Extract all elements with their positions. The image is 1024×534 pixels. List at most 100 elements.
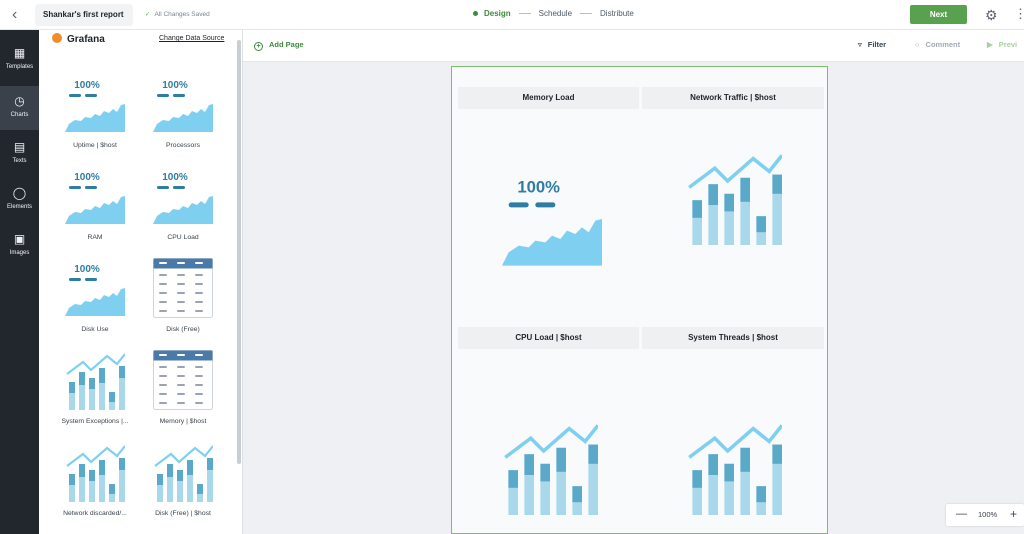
card-chart-area[interactable]: 100% <box>458 109 639 295</box>
rail-item-images[interactable]: ▣ Images <box>0 224 39 268</box>
workflow-steps: Design Schedule Distribute <box>473 9 634 18</box>
step-design[interactable]: Design <box>473 9 511 18</box>
bar-dark <box>109 484 115 494</box>
stat-thumbnail: 100% <box>65 80 125 132</box>
table-header-cell <box>177 262 185 264</box>
rail-item-templates[interactable]: ▦ Templates <box>0 38 39 82</box>
bar-dark <box>772 174 782 194</box>
rail-label: Templates <box>5 64 34 70</box>
step-distribute[interactable]: Distribute <box>600 9 634 18</box>
panel-scrollbar[interactable] <box>237 40 241 464</box>
chart-tile-thumbnail: 100% <box>153 166 213 226</box>
card-chart <box>502 419 600 520</box>
change-data-source-link[interactable]: Change Data Source <box>159 35 224 42</box>
bar-dark <box>119 366 125 378</box>
save-status-label: All Changes Saved <box>154 11 210 18</box>
area-series <box>65 104 125 132</box>
stat-value: 100% <box>74 264 100 275</box>
bar-thumbnail <box>154 445 214 502</box>
comment-label: Comment <box>925 40 961 49</box>
card-chart-area[interactable] <box>458 349 639 529</box>
chart-tile[interactable]: 100% Uptime | $host <box>55 74 135 164</box>
bar-dark <box>109 392 115 402</box>
area-series <box>502 219 602 266</box>
step-schedule[interactable]: Schedule <box>539 9 572 18</box>
table-header-cell <box>195 354 203 356</box>
table-cell <box>159 301 167 303</box>
chart-tile[interactable]: Network discarded/... <box>55 442 135 532</box>
report-page[interactable]: Memory Load Network Traffic | $host CPU … <box>451 66 828 534</box>
chart-tile[interactable]: 100% RAM <box>55 166 135 256</box>
step-divider <box>580 13 593 14</box>
table-cell <box>195 375 203 377</box>
table-cell <box>195 301 203 303</box>
table-cell <box>195 274 203 276</box>
more-options-icon[interactable]: ⋮ <box>1014 5 1024 23</box>
stat-thumbnail: 100% <box>502 177 602 266</box>
chart-tile[interactable]: Disk (Free) <box>143 258 223 348</box>
stat-dash <box>69 278 81 281</box>
check-icon: ✓ <box>145 11 151 18</box>
bar-thumbnail <box>504 424 600 515</box>
canvas-toolbar: + Add Page ▿ Filter ○ Comment ▶ Previ <box>243 30 1024 62</box>
zoom-in-button[interactable]: + <box>1010 507 1017 521</box>
bar-dark <box>99 368 105 383</box>
chart-tile[interactable]: 100% CPU Load <box>143 166 223 256</box>
card-title-memory-load[interactable]: Memory Load <box>458 87 639 109</box>
rail-label: Images <box>9 250 30 256</box>
chart-tile[interactable]: Memory | $host <box>143 350 223 440</box>
add-page-button[interactable]: + Add Page <box>254 40 304 51</box>
table-cell <box>159 292 167 294</box>
templates-icon: ▦ <box>13 46 26 60</box>
shapes-icon: ◯ <box>12 186 27 200</box>
report-name[interactable]: Shankar's first report <box>35 4 133 26</box>
comment-button[interactable]: ○ Comment <box>915 40 960 49</box>
bar-dark <box>724 193 734 212</box>
card-chart <box>686 419 784 520</box>
card-title-cpu-load[interactable]: CPU Load | $host <box>458 327 639 349</box>
stat-thumbnail: 100% <box>153 172 213 224</box>
rail-item-elements[interactable]: ◯ Elements <box>0 178 39 222</box>
back-arrow-icon[interactable]: ‹ <box>12 6 30 24</box>
chart-tile-label: RAM <box>87 234 103 241</box>
bar-dark <box>79 464 85 477</box>
chart-tile[interactable]: Disk (Free) | $host <box>143 442 223 532</box>
table-cell <box>159 384 167 386</box>
table-thumbnail <box>153 258 213 318</box>
rail-label: Elements <box>6 204 32 210</box>
card-title-network-traffic[interactable]: Network Traffic | $host <box>642 87 824 109</box>
chart-tile[interactable]: System Exceptions |... <box>55 350 135 440</box>
zoom-level: 100% <box>978 510 998 519</box>
preview-button[interactable]: ▶ Previ <box>987 40 1017 49</box>
stat-value: 100% <box>162 172 188 183</box>
chart-tile[interactable]: 100% Disk Use <box>55 258 135 348</box>
gear-icon[interactable]: ⚙ <box>985 6 998 24</box>
table-cell <box>177 366 185 368</box>
zoom-out-button[interactable]: — <box>956 508 967 520</box>
bar-dark <box>588 444 598 464</box>
stat-dash <box>85 278 97 281</box>
stat-dash <box>535 202 556 208</box>
active-step-dot <box>473 11 478 17</box>
text-icon: ▤ <box>13 140 26 154</box>
preview-label: Previ <box>998 40 1018 49</box>
table-cell <box>195 283 203 285</box>
card-chart-area[interactable] <box>642 109 824 295</box>
table-cell <box>177 375 185 377</box>
stat-value: 100% <box>162 80 188 91</box>
rail-item-texts[interactable]: ▤ Texts <box>0 132 39 176</box>
rail-item-charts[interactable]: ◷ Charts <box>0 86 39 130</box>
chart-tile[interactable]: 100% Processors <box>143 74 223 164</box>
chart-tile-label: Memory | $host <box>159 418 207 425</box>
next-button[interactable]: Next <box>910 5 967 24</box>
filter-button[interactable]: ▿ Filter <box>858 40 886 49</box>
rail-label: Charts <box>10 112 29 118</box>
card-chart-area[interactable] <box>642 349 824 529</box>
bar-thumbnail <box>688 154 784 245</box>
table-cell <box>177 393 185 395</box>
card-title-system-threads[interactable]: System Threads | $host <box>642 327 824 349</box>
stat-thumbnail: 100% <box>65 264 125 316</box>
bar-dark <box>167 464 173 477</box>
area-series <box>153 104 213 132</box>
rail-label: Texts <box>12 158 27 164</box>
